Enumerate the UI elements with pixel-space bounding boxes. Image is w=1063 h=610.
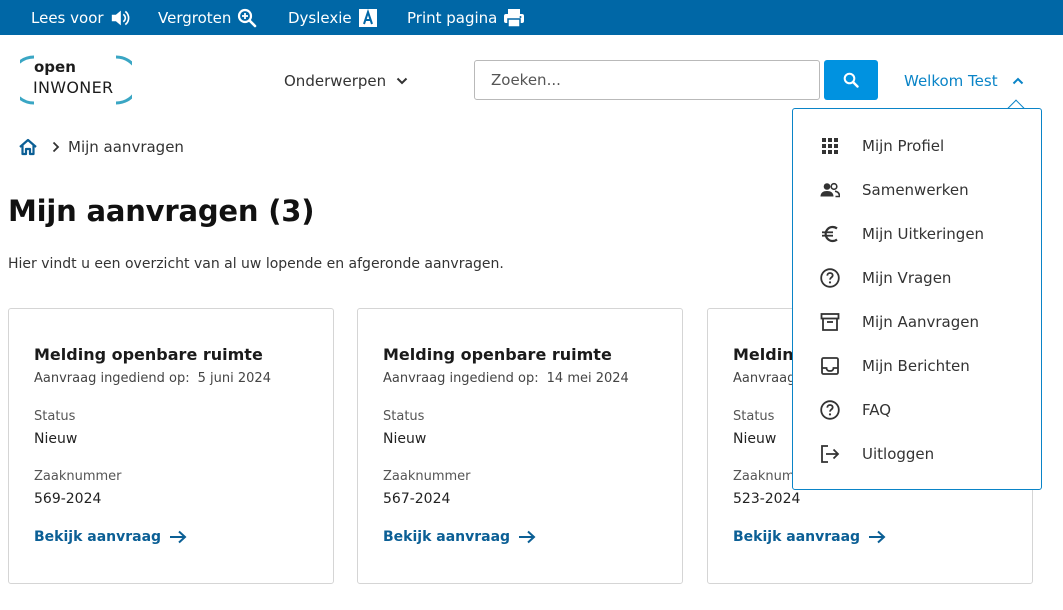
submitted-date: 14 mei 2024 xyxy=(546,371,629,386)
logo-text-open: open xyxy=(34,58,76,76)
case-number-value: 567-2024 xyxy=(383,491,451,507)
card-submitted: Aanvraag ingediend op: 5 juni 2024 xyxy=(34,371,271,386)
menu-item-label: Samenwerken xyxy=(862,181,969,199)
inbox-icon xyxy=(819,355,841,377)
request-card: Melding openbare ruimte Aanvraag ingedie… xyxy=(8,308,334,584)
user-greeting: Welkom Test xyxy=(904,72,998,90)
submitted-label: Aanvraag ingediend op: xyxy=(34,371,190,386)
menu-item-label: Mijn Aanvragen xyxy=(862,313,980,331)
search-input[interactable] xyxy=(474,60,820,100)
menu-item-samenwerken[interactable]: Samenwerken xyxy=(819,178,969,202)
menu-item-label: Mijn Profiel xyxy=(862,137,945,155)
chevron-down-icon xyxy=(396,77,408,85)
font-a-icon xyxy=(358,8,377,27)
card-title: Melding openbare ruimte xyxy=(34,345,263,364)
arrow-right-icon xyxy=(519,530,536,544)
request-card: Melding openbare ruimte Aanvraag ingedie… xyxy=(357,308,683,584)
speaker-icon xyxy=(111,10,129,25)
breadcrumb-current: Mijn aanvragen xyxy=(68,138,184,156)
view-request-label: Bekijk aanvraag xyxy=(34,529,162,545)
logout-icon xyxy=(819,443,841,465)
status-value: Nieuw xyxy=(383,431,427,447)
nav-subjects-menu[interactable]: Onderwerpen xyxy=(284,70,408,92)
chevron-right-icon xyxy=(52,141,60,153)
site-logo[interactable]: open INWONER xyxy=(9,54,141,106)
page-intro: Hier vindt u een overzicht van al uw lop… xyxy=(8,256,504,272)
chevron-up-icon xyxy=(1012,77,1023,85)
printer-icon xyxy=(504,8,525,28)
arrow-right-icon xyxy=(170,530,187,544)
grid-icon xyxy=(819,135,841,157)
case-number-label: Zaaknummer xyxy=(383,469,471,484)
menu-item-label: Mijn Uitkeringen xyxy=(862,225,985,243)
enlarge-label: Vergroten xyxy=(158,8,232,27)
page-title: Mijn aanvragen (3) xyxy=(8,194,315,228)
view-request-link[interactable]: Bekijk aanvraag xyxy=(34,529,187,545)
status-label: Status xyxy=(383,409,425,424)
menu-item-faq[interactable]: FAQ xyxy=(819,398,891,422)
read-aloud-label: Lees voor xyxy=(31,8,104,27)
user-dropdown-menu: Mijn Profiel Samenwerken Mijn Uitkeringe… xyxy=(792,108,1042,490)
read-aloud-button[interactable]: Lees voor xyxy=(31,0,130,35)
status-label: Status xyxy=(34,409,76,424)
print-button[interactable]: Print pagina xyxy=(407,0,525,35)
arrow-right-icon xyxy=(869,530,886,544)
home-icon xyxy=(19,138,37,156)
question-circle-icon xyxy=(819,399,841,421)
archive-icon xyxy=(819,311,841,333)
search-icon xyxy=(843,72,859,88)
view-request-label: Bekijk aanvraag xyxy=(733,529,861,545)
view-request-link[interactable]: Bekijk aanvraag xyxy=(733,529,886,545)
card-title: Melding openbare ruimte xyxy=(383,345,612,364)
status-value: Nieuw xyxy=(34,431,78,447)
card-submitted: Aanvraag ingediend op: 14 mei 2024 xyxy=(383,371,629,386)
view-request-link[interactable]: Bekijk aanvraag xyxy=(383,529,536,545)
status-value: Nieuw xyxy=(733,431,777,447)
menu-item-mijn-uitkeringen[interactable]: Mijn Uitkeringen xyxy=(819,222,984,246)
case-number-value: 569-2024 xyxy=(34,491,102,507)
breadcrumb-home[interactable] xyxy=(18,138,38,156)
euro-icon xyxy=(819,223,841,245)
menu-item-label: FAQ xyxy=(862,401,892,419)
submitted-label: Aanvraag xyxy=(733,371,796,386)
logo-text-inwoner: INWONER xyxy=(33,78,114,97)
status-label: Status xyxy=(733,409,775,424)
dyslexia-button[interactable]: Dyslexie xyxy=(288,0,378,35)
submitted-label: Aanvraag ingediend op: xyxy=(383,371,539,386)
menu-item-mijn-vragen[interactable]: Mijn Vragen xyxy=(819,266,951,290)
zoom-in-icon xyxy=(238,8,257,27)
question-circle-icon xyxy=(819,267,841,289)
submitted-date: 5 juni 2024 xyxy=(197,371,271,386)
user-menu-toggle[interactable]: Welkom Test xyxy=(904,70,1024,92)
menu-item-label: Mijn Berichten xyxy=(862,357,970,375)
case-number-label: Zaaknummer xyxy=(34,469,122,484)
view-request-label: Bekijk aanvraag xyxy=(383,529,511,545)
menu-item-label: Uitloggen xyxy=(862,445,935,463)
menu-item-uitloggen[interactable]: Uitloggen xyxy=(819,442,934,466)
nav-subjects-label: Onderwerpen xyxy=(284,72,387,90)
dyslexia-label: Dyslexie xyxy=(288,8,352,27)
search-button[interactable] xyxy=(824,60,878,100)
breadcrumb: Mijn aanvragen xyxy=(18,136,184,158)
print-label: Print pagina xyxy=(407,8,498,27)
menu-item-mijn-aanvragen[interactable]: Mijn Aanvragen xyxy=(819,310,979,334)
menu-item-mijn-profiel[interactable]: Mijn Profiel xyxy=(819,134,944,158)
menu-item-mijn-berichten[interactable]: Mijn Berichten xyxy=(819,354,970,378)
case-number-value: 523-2024 xyxy=(733,491,801,507)
accessibility-bar: Lees voor Vergroten Dyslexie Print pagin… xyxy=(0,0,1063,35)
people-icon xyxy=(819,179,841,201)
menu-item-label: Mijn Vragen xyxy=(862,269,952,287)
enlarge-button[interactable]: Vergroten xyxy=(158,0,257,35)
